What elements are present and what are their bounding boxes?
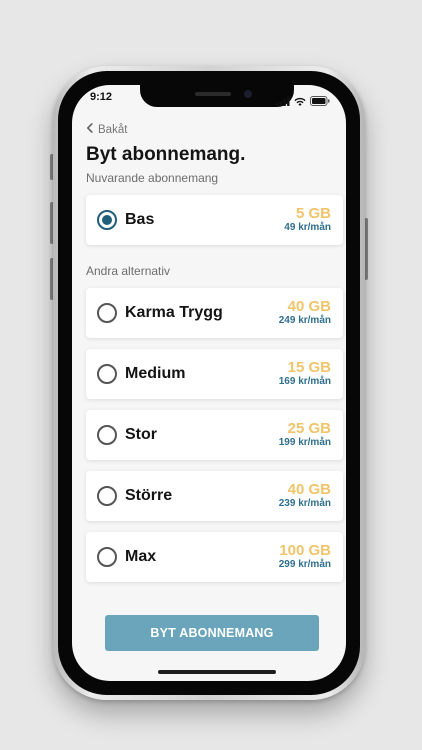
radio-button[interactable]	[97, 547, 117, 567]
app-store-screenshot: 9:12 Bakåt Byt abonnemang. Nuvarande abo…	[0, 0, 422, 750]
plan-name: Bas	[125, 211, 155, 228]
radio-button[interactable]	[97, 303, 117, 323]
radio-button[interactable]	[97, 486, 117, 506]
plan-card-medium[interactable]: Medium 15 GB 169 kr/mån	[86, 349, 343, 399]
front-camera	[244, 90, 252, 98]
phone-frame: 9:12 Bakåt Byt abonnemang. Nuvarande abo…	[53, 66, 365, 700]
plan-name: Karma Trygg	[125, 304, 223, 321]
notch	[140, 85, 294, 107]
plan-data-amount: 40 GB	[287, 298, 331, 316]
plan-price: 299 kr/mån	[278, 559, 331, 571]
back-button[interactable]: Bakåt	[86, 123, 127, 136]
plan-card-storre[interactable]: Större 40 GB 239 kr/mån	[86, 471, 343, 521]
wifi-icon	[294, 93, 306, 111]
alternatives-label: Andra alternativ	[86, 264, 171, 278]
plan-name: Medium	[125, 365, 186, 382]
plan-name: Större	[125, 487, 173, 504]
page-title: Byt abonnemang.	[86, 144, 246, 165]
plan-price: 49 kr/mån	[284, 222, 331, 234]
status-icons	[276, 93, 330, 111]
plan-price: 249 kr/mån	[278, 315, 331, 327]
back-label: Bakåt	[98, 123, 128, 136]
plan-details: 40 GB 239 kr/mån	[279, 482, 331, 509]
phone-screen: 9:12 Bakåt Byt abonnemang. Nuvarande abo…	[72, 85, 346, 681]
battery-icon	[310, 93, 330, 111]
status-time: 9:12	[90, 91, 113, 103]
radio-button[interactable]	[97, 364, 117, 384]
radio-button-selected[interactable]	[97, 210, 117, 230]
plan-details: 25 GB 199 kr/mån	[279, 421, 331, 448]
home-indicator	[158, 670, 276, 674]
plan-name: Max	[125, 548, 157, 565]
phone-bezel: 9:12 Bakåt Byt abonnemang. Nuvarande abo…	[58, 71, 360, 695]
plan-details: 5 GB 49 kr/mån	[284, 206, 331, 233]
plan-data-amount: 25 GB	[287, 420, 331, 438]
plan-card-max[interactable]: Max 100 GB 299 kr/mån	[86, 532, 343, 582]
earpiece-speaker	[195, 92, 231, 96]
plan-data-amount: 5 GB	[295, 205, 331, 223]
change-plan-button[interactable]: BYT ABONNEMANG	[105, 615, 319, 651]
signal-icon	[276, 93, 290, 111]
chevron-left-icon	[86, 123, 93, 136]
plan-price: 199 kr/mån	[278, 437, 331, 449]
plan-details: 40 GB 249 kr/mån	[279, 299, 331, 326]
plan-data-amount: 15 GB	[287, 359, 331, 377]
current-plan-label: Nuvarande abonnemang	[86, 171, 219, 185]
plan-name: Stor	[125, 426, 157, 443]
radio-button[interactable]	[97, 425, 117, 445]
plan-price: 239 kr/mån	[278, 498, 331, 510]
plan-data-amount: 100 GB	[279, 542, 331, 560]
plan-details: 15 GB 169 kr/mån	[279, 360, 331, 387]
plan-data-amount: 40 GB	[287, 481, 331, 499]
plan-card-bas[interactable]: Bas 5 GB 49 kr/mån	[86, 195, 343, 245]
plan-card-stor[interactable]: Stor 25 GB 199 kr/mån	[86, 410, 343, 460]
plan-details: 100 GB 299 kr/mån	[279, 543, 331, 570]
plan-card-karma-trygg[interactable]: Karma Trygg 40 GB 249 kr/mån	[86, 288, 343, 338]
plan-price: 169 kr/mån	[278, 376, 331, 388]
